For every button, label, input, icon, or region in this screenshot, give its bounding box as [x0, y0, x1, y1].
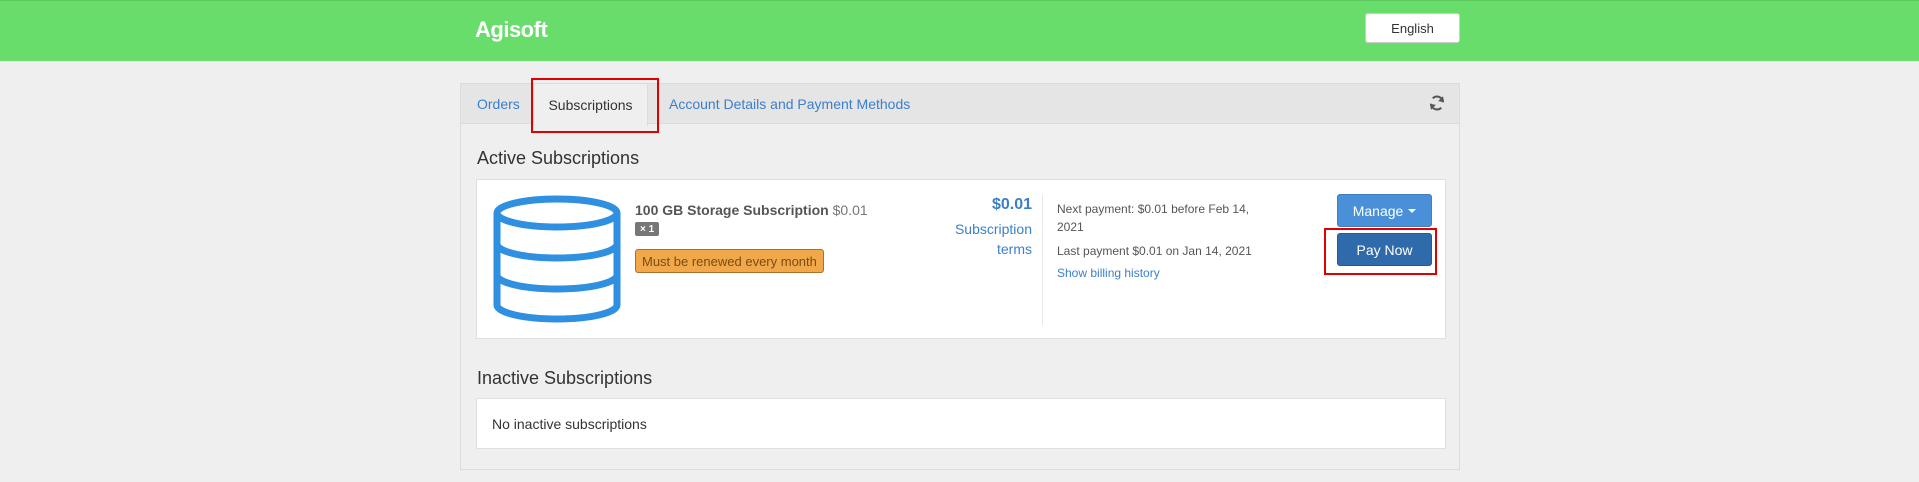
no-inactive-text: No inactive subscriptions [492, 416, 647, 432]
active-subscriptions-heading: Active Subscriptions [477, 148, 640, 168]
last-payment-text: Last payment $0.01 on Jan 14, 2021 [1057, 244, 1252, 258]
billing-info: Next payment: $0.01 before Feb 14, 2021 … [1057, 200, 1262, 282]
tab-orders[interactable]: Orders [477, 84, 520, 124]
subscription-terms-link[interactable]: Subscription terms [937, 219, 1032, 259]
product-title: 100 GB Storage Subscription $0.01 [635, 202, 868, 218]
renewal-label: Must be renewed every month [635, 249, 824, 273]
caret-down-icon [1408, 208, 1417, 213]
language-button[interactable]: English [1365, 13, 1460, 43]
top-navbar: Agisoft English [0, 0, 1919, 61]
manage-button-label: Manage [1352, 202, 1404, 219]
account-panel: Orders Subscriptions Account Details and… [460, 83, 1460, 470]
manage-button[interactable]: Manage [1337, 194, 1432, 227]
inactive-subscriptions-card: No inactive subscriptions [476, 398, 1446, 449]
inactive-subscriptions-heading: Inactive Subscriptions [477, 368, 653, 388]
brand-logo[interactable]: Agisoft [475, 17, 548, 43]
tab-bar: Orders Subscriptions Account Details and… [461, 84, 1459, 126]
tab-account-details[interactable]: Account Details and Payment Methods [669, 84, 910, 124]
product-unit-price: $0.01 [832, 202, 868, 218]
subscription-price: $0.01 [991, 196, 1032, 213]
billing-history-link[interactable]: Show billing history [1057, 264, 1262, 282]
next-payment-text: Next payment: $0.01 before Feb 14, 2021 [1057, 202, 1250, 234]
database-icon [493, 195, 621, 323]
subscription-card: 100 GB Storage Subscription $0.01 × 1 Mu… [476, 179, 1446, 339]
quantity-badge: × 1 [635, 222, 660, 236]
card-divider [1042, 195, 1043, 325]
refresh-icon[interactable] [1428, 94, 1446, 112]
pay-now-button[interactable]: Pay Now [1337, 233, 1432, 266]
tab-subscriptions[interactable]: Subscriptions [533, 84, 648, 126]
product-name: 100 GB Storage Subscription [635, 202, 829, 218]
